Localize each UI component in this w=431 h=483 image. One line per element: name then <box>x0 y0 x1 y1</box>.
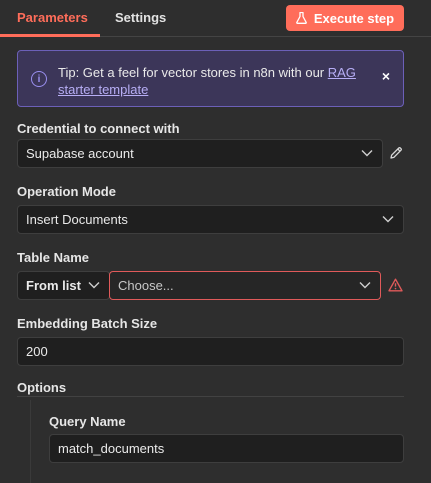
credential-value: Supabase account <box>26 146 134 161</box>
chevron-down-icon <box>361 150 373 157</box>
tab-settings[interactable]: Settings <box>115 10 166 25</box>
chevron-down-icon <box>382 216 394 223</box>
close-icon[interactable]: × <box>378 68 394 84</box>
active-tab-indicator <box>0 34 100 37</box>
options-label: Options <box>17 380 67 395</box>
operation-mode-value: Insert Documents <box>26 212 128 227</box>
chevron-down-icon <box>88 282 100 289</box>
tip-banner: i Tip: Get a feel for vector stores in n… <box>17 50 404 107</box>
table-name-placeholder: Choose... <box>118 278 174 293</box>
embedding-batch-size-input[interactable]: 200 <box>17 337 404 366</box>
table-name-select[interactable]: Choose... <box>109 271 381 300</box>
info-icon: i <box>31 71 47 87</box>
execute-step-label: Execute step <box>313 10 395 26</box>
credential-select[interactable]: Supabase account <box>17 139 383 168</box>
options-divider <box>17 396 404 397</box>
operation-mode-select[interactable]: Insert Documents <box>17 205 404 234</box>
query-name-label: Query Name <box>49 414 126 429</box>
operation-mode-label: Operation Mode <box>17 184 116 199</box>
tip-text: Tip: Get a feel for vector stores in n8n… <box>58 64 358 98</box>
query-name-input[interactable]: match_documents <box>49 434 404 463</box>
pencil-icon[interactable] <box>389 146 403 160</box>
warning-icon <box>388 278 403 292</box>
table-name-label: Table Name <box>17 250 90 265</box>
table-name-mode-value: From list <box>26 278 81 293</box>
flask-icon <box>296 12 307 24</box>
tab-parameters[interactable]: Parameters <box>17 10 88 25</box>
tip-prefix: Tip: Get a feel for vector stores in n8n… <box>58 65 328 80</box>
chevron-down-icon <box>359 282 371 289</box>
embedding-batch-size-value: 200 <box>26 344 48 359</box>
table-name-mode-select[interactable]: From list <box>17 271 110 300</box>
execute-step-button[interactable]: Execute step <box>286 5 404 31</box>
embedding-batch-size-label: Embedding Batch Size <box>17 316 158 331</box>
options-rail <box>30 400 31 483</box>
credential-label: Credential to connect with <box>17 121 180 136</box>
query-name-value: match_documents <box>58 441 165 456</box>
